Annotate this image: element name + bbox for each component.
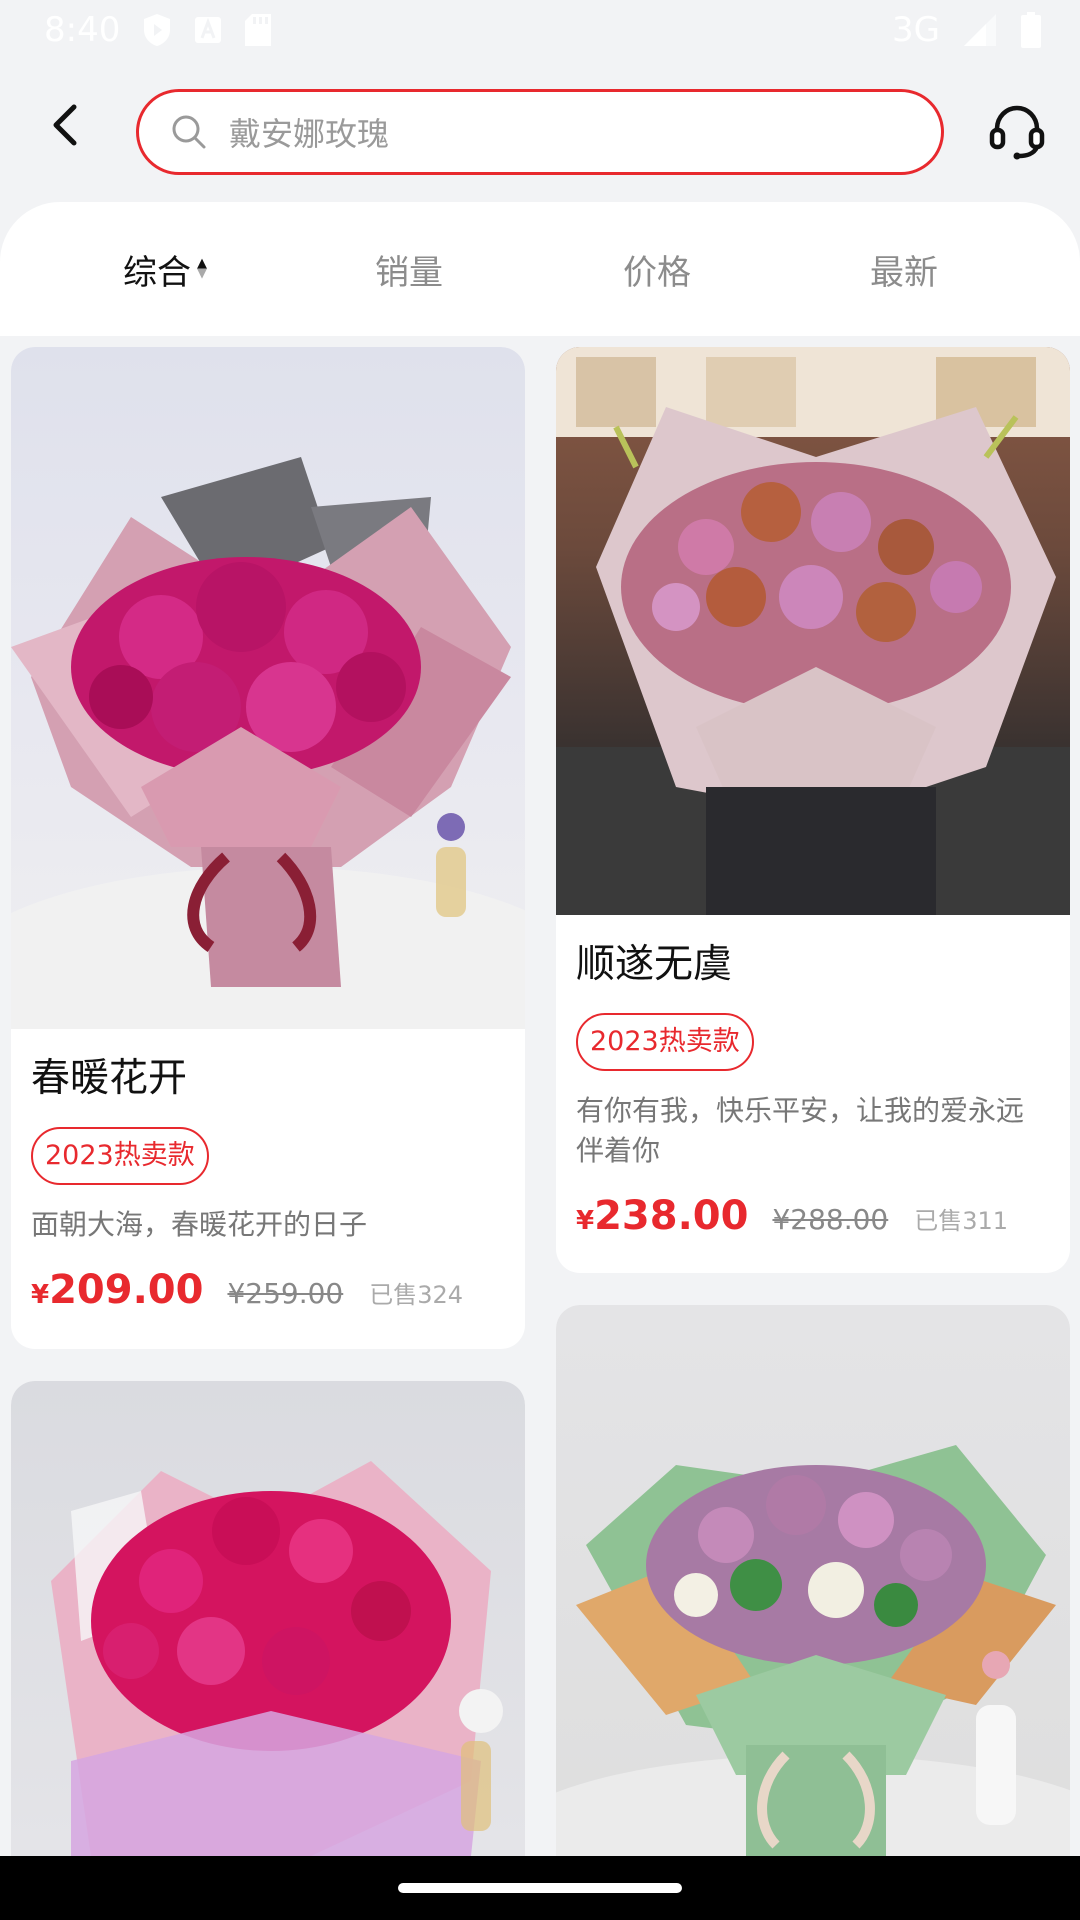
- sold-count: 已售311: [914, 1207, 1009, 1235]
- sort-tab-newest[interactable]: 最新: [780, 202, 1028, 336]
- currency-symbol: ¥: [31, 1280, 50, 1310]
- search-input[interactable]: 戴安娜玫瑰: [136, 89, 944, 175]
- hot-sale-badge: 2023热卖款: [31, 1127, 209, 1185]
- headset-icon: [989, 105, 1045, 160]
- product-image: [556, 1305, 1070, 1856]
- product-description: 面朝大海，春暖花开的日子: [31, 1208, 368, 1241]
- product-image: [556, 347, 1070, 915]
- price-row: ¥ 238.00 ¥288.00 已售311: [576, 1193, 1050, 1239]
- bouquet-image: [556, 347, 1070, 915]
- sort-tab-comprehensive[interactable]: 综合 ▲ ▼: [41, 202, 289, 336]
- product-card[interactable]: 顺遂无虞 2023热卖款 有你有我，快乐平安，让我的爱永远伴着你 ¥ 238.0…: [556, 347, 1070, 1273]
- signal-icon: [964, 14, 996, 46]
- current-price: 209.00: [49, 1267, 204, 1313]
- product-description: 有你有我，快乐平安，让我的爱永远伴着你: [576, 1094, 1025, 1167]
- search-header: 戴安娜玫瑰: [0, 60, 1080, 200]
- search-icon: [172, 115, 206, 149]
- product-title: 春暖花开: [31, 1056, 188, 1101]
- current-price: 238.00: [594, 1193, 749, 1239]
- shield-play-icon: [144, 14, 171, 46]
- sort-tab-label: 综合: [123, 252, 191, 293]
- sort-bar: 综合 ▲ ▼ 销量 价格 最新: [0, 202, 1080, 336]
- product-image: [11, 347, 525, 1029]
- bouquet-image: [556, 1445, 1070, 1856]
- bouquet-image: [51, 1461, 503, 1856]
- price-row: ¥ 209.00 ¥259.00 已售324: [31, 1267, 505, 1313]
- product-card[interactable]: [556, 1305, 1070, 1856]
- original-price: ¥288.00: [772, 1203, 889, 1236]
- search-placeholder: 戴安娜玫瑰: [229, 115, 390, 153]
- battery-icon: [1021, 12, 1041, 48]
- network-type: 3G: [892, 10, 940, 50]
- status-bar: 8:40 3G: [0, 0, 1080, 60]
- product-title: 顺遂无虞: [576, 942, 733, 987]
- hot-sale-badge: 2023热卖款: [576, 1013, 754, 1071]
- original-price: ¥259.00: [227, 1277, 344, 1310]
- sort-order-icon: ▲ ▼: [197, 256, 207, 281]
- back-button[interactable]: [40, 100, 90, 150]
- product-card[interactable]: 春暖花开 2023热卖款 面朝大海，春暖花开的日子 ¥ 209.00 ¥259.…: [11, 347, 525, 1349]
- sort-tab-label: 最新: [870, 252, 938, 293]
- sd-card-icon: [245, 14, 272, 46]
- sold-count: 已售324: [369, 1281, 464, 1309]
- sort-tab-label: 价格: [623, 252, 691, 293]
- navigation-bar: [0, 1856, 1080, 1920]
- product-image: [11, 1381, 525, 1856]
- customer-service-button[interactable]: [988, 102, 1046, 160]
- currency-symbol: ¥: [576, 1206, 595, 1236]
- back-arrow-icon: [53, 104, 77, 146]
- sort-tab-price[interactable]: 价格: [533, 202, 781, 336]
- bouquet-image: [11, 457, 525, 1029]
- sort-tab-label: 销量: [375, 252, 443, 293]
- product-card[interactable]: [11, 1381, 525, 1856]
- font-a-icon: [195, 17, 222, 43]
- home-indicator[interactable]: [398, 1883, 682, 1893]
- sort-tab-sales[interactable]: 销量: [285, 202, 533, 336]
- status-time: 8:40: [44, 10, 121, 50]
